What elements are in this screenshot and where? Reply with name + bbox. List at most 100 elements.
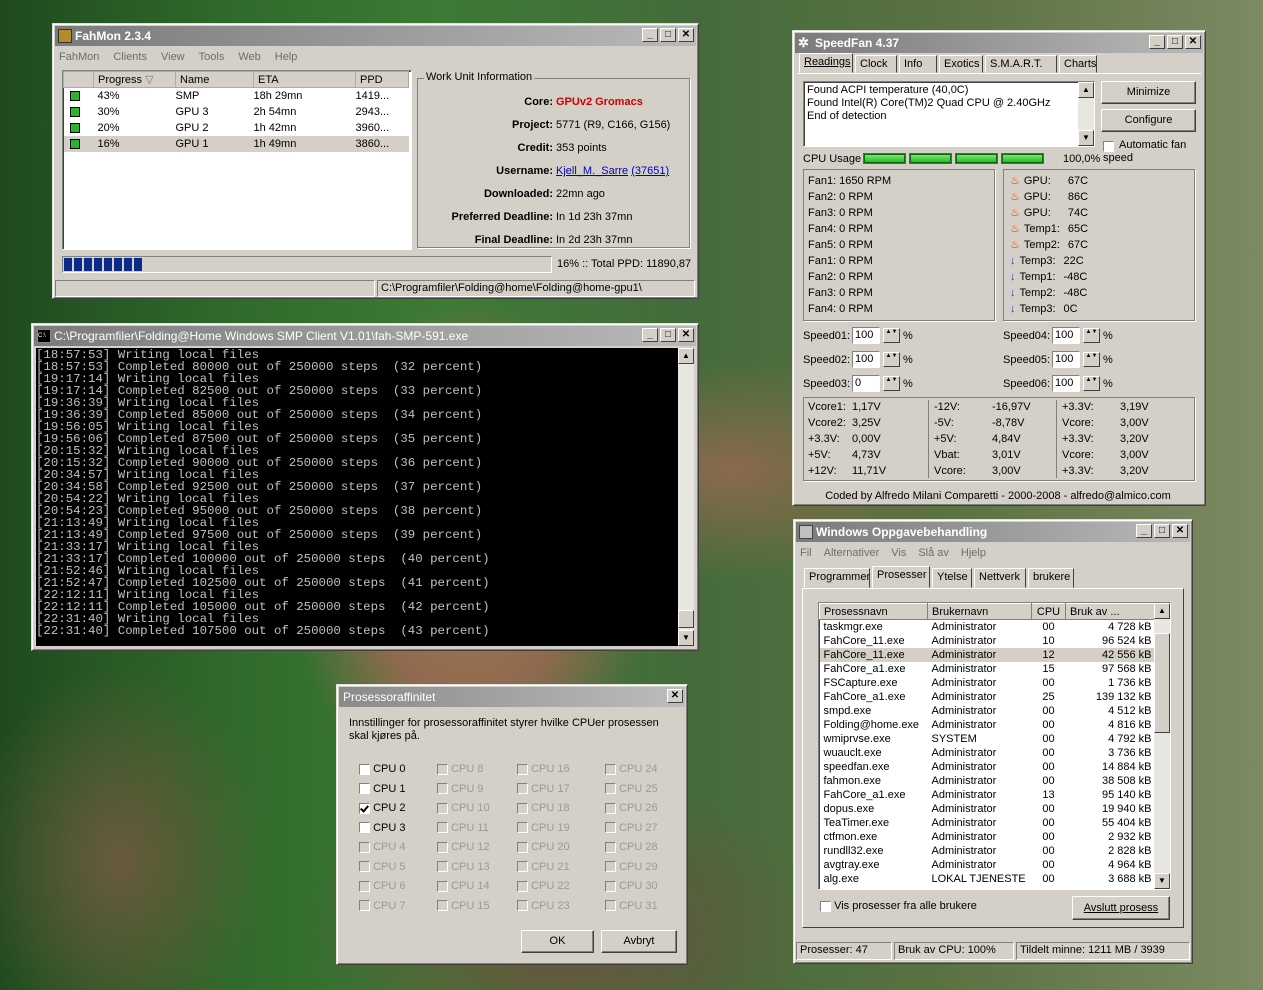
- close-icon[interactable]: ✕: [678, 328, 694, 342]
- process-col-1[interactable]: Brukernavn: [927, 603, 1032, 620]
- spinner-icon[interactable]: ▲▼: [883, 328, 900, 343]
- end-process-button[interactable]: Avslutt prosess: [1072, 896, 1170, 920]
- scroll-thumb[interactable]: [678, 610, 694, 628]
- process-row[interactable]: wuauclt.exe Administrator 00 3 736 kB: [820, 746, 1156, 760]
- cpu-checkbox-2[interactable]: CPU 2: [359, 802, 405, 814]
- menu-options[interactable]: Alternativer: [824, 547, 880, 559]
- tab-programmer[interactable]: Programmer: [804, 568, 870, 588]
- tab-ytelse[interactable]: Ytelse: [932, 568, 972, 588]
- close-icon[interactable]: ✕: [1185, 35, 1201, 49]
- process-row[interactable]: FahCore_11.exe Administrator 12 42 556 kB: [819, 647, 1156, 662]
- speed-input[interactable]: 0: [852, 375, 880, 392]
- checkbox-box[interactable]: [359, 763, 370, 775]
- client-row[interactable]: 43% SMP 18h 29mn 1419...: [64, 88, 409, 105]
- maximize-icon[interactable]: □: [1167, 35, 1183, 49]
- process-row[interactable]: alg.exe LOKAL TJENESTE 00 3 688 kB: [820, 872, 1156, 886]
- process-row[interactable]: FahCore_11.exe Administrator 10 96 524 kB: [820, 634, 1156, 648]
- tab-exotics[interactable]: Exotics: [939, 55, 983, 73]
- menu-file[interactable]: Fil: [800, 547, 812, 559]
- auto-fan-check[interactable]: [1103, 141, 1114, 152]
- close-icon[interactable]: ✕: [678, 28, 694, 42]
- scroll-up-icon[interactable]: ▲: [1078, 82, 1094, 98]
- scroll-up-icon[interactable]: ▲: [678, 348, 694, 364]
- cpu-checkbox-0[interactable]: CPU 0: [359, 763, 405, 775]
- detection-log[interactable]: Found ACPI temperature (40,0C) Found Int…: [803, 81, 1095, 147]
- tab-prosesser[interactable]: Prosesser: [872, 566, 930, 588]
- tab-info[interactable]: Info: [899, 55, 937, 73]
- tab-clock[interactable]: Clock: [855, 55, 897, 73]
- fahmon-titlebar[interactable]: FahMon 2.3.4 _ □ ✕: [55, 26, 696, 46]
- maximize-icon[interactable]: □: [660, 328, 676, 342]
- client-row-selected[interactable]: 16% GPU 1 1h 49mn 3860...: [63, 136, 409, 152]
- minimize-icon[interactable]: _: [642, 328, 658, 342]
- auto-fan-checkbox[interactable]: Automatic fan speed: [1103, 139, 1201, 165]
- speed-input[interactable]: 100: [1052, 327, 1080, 344]
- checkbox-box[interactable]: [359, 783, 370, 795]
- process-row[interactable]: FSCapture.exe Administrator 00 1 736 kB: [820, 676, 1156, 690]
- menu-view[interactable]: View: [161, 51, 185, 63]
- scroll-down-icon[interactable]: ▼: [1078, 130, 1094, 146]
- minimize-icon[interactable]: _: [1136, 524, 1152, 538]
- scroll-up-icon[interactable]: ▲: [1154, 603, 1170, 619]
- process-row[interactable]: fahmon.exe Administrator 00 38 508 kB: [820, 774, 1156, 788]
- process-row[interactable]: FahCore_a1.exe Administrator 25 139 132 kB: [820, 690, 1156, 704]
- menu-web[interactable]: Web: [238, 51, 260, 63]
- spinner-icon[interactable]: ▲▼: [883, 352, 900, 367]
- console-output[interactable]: [18:57:53] Writing local files [18:57:53]…: [36, 348, 678, 646]
- cpu-checkbox-1[interactable]: CPU 1: [359, 783, 405, 795]
- process-row[interactable]: speedfan.exe Administrator 00 14 884 kB: [820, 760, 1156, 774]
- process-col-0[interactable]: Prosessnavn: [819, 603, 928, 620]
- scroll-down-icon[interactable]: ▼: [678, 630, 694, 646]
- spinner-icon[interactable]: ▲▼: [1083, 328, 1100, 343]
- tab-readings[interactable]: Readings: [799, 53, 853, 73]
- menu-fahmon[interactable]: FahMon: [59, 51, 99, 63]
- tab-smart[interactable]: S.M.A.R.T.: [985, 55, 1057, 73]
- menu-tools[interactable]: Tools: [199, 51, 225, 63]
- ok-button[interactable]: OK: [521, 930, 594, 953]
- col-ppd[interactable]: PPD: [355, 71, 409, 88]
- col-eta[interactable]: ETA: [253, 71, 356, 88]
- maximize-icon[interactable]: □: [1154, 524, 1170, 538]
- process-row[interactable]: TeaTimer.exe Administrator 00 55 404 kB: [820, 816, 1156, 830]
- process-row[interactable]: taskmgr.exe Administrator 00 4 728 kB: [820, 620, 1156, 634]
- checkbox-box[interactable]: [359, 802, 370, 814]
- spinner-icon[interactable]: ▲▼: [1083, 376, 1100, 391]
- tab-charts[interactable]: Charts: [1059, 55, 1097, 73]
- process-list[interactable]: Prosessnavn Brukernavn CPU Bruk av ... taskm…: [818, 602, 1171, 890]
- process-row[interactable]: wmiprvse.exe SYSTEM 00 4 792 kB: [820, 732, 1156, 746]
- process-row[interactable]: rundll32.exe Administrator 00 2 828 kB: [820, 844, 1156, 858]
- minimize-icon[interactable]: _: [1149, 35, 1165, 49]
- configure-button[interactable]: Configure: [1101, 109, 1196, 132]
- checkbox-box[interactable]: [359, 822, 370, 834]
- client-row[interactable]: 20% GPU 2 1h 42mn 3960...: [64, 120, 409, 136]
- close-icon[interactable]: ✕: [1172, 524, 1188, 538]
- console-scrollbar[interactable]: ▲ ▼: [678, 348, 694, 646]
- wu-userid-link[interactable]: (37651): [631, 165, 669, 177]
- process-row[interactable]: smpd.exe Administrator 00 4 512 kB: [820, 704, 1156, 718]
- process-row[interactable]: Folding@home.exe Administrator 00 4 816 kB: [820, 718, 1156, 732]
- minimize-button[interactable]: Minimize: [1101, 81, 1196, 104]
- show-all-processes[interactable]: Vis prosesser fra alle brukere: [820, 900, 977, 912]
- col-name[interactable]: Name: [175, 71, 254, 88]
- close-icon[interactable]: ✕: [667, 689, 683, 703]
- maximize-icon[interactable]: □: [660, 28, 676, 42]
- log-scrollbar[interactable]: ▲ ▼: [1078, 82, 1094, 146]
- minimize-icon[interactable]: _: [642, 28, 658, 42]
- speed-input[interactable]: 100: [852, 327, 880, 344]
- process-row[interactable]: dopus.exe Administrator 00 19 940 kB: [820, 802, 1156, 816]
- col-progress[interactable]: Progress ▽: [93, 71, 176, 88]
- clients-list[interactable]: Progress ▽ Name ETA PPD 43% SMP 18h 29mn 14…: [62, 70, 412, 250]
- speed-input[interactable]: 100: [852, 351, 880, 368]
- speedfan-titlebar[interactable]: ✲ SpeedFan 4.37 _ □ ✕: [795, 33, 1203, 53]
- process-col-3[interactable]: Bruk av ...: [1065, 603, 1156, 620]
- spinner-icon[interactable]: ▲▼: [1083, 352, 1100, 367]
- process-scrollbar[interactable]: ▲ ▼: [1154, 603, 1170, 889]
- menu-view[interactable]: Vis: [891, 547, 906, 559]
- process-row[interactable]: FahCore_a1.exe Administrator 13 95 140 kB: [820, 788, 1156, 802]
- process-row[interactable]: ctfmon.exe Administrator 00 2 932 kB: [820, 830, 1156, 844]
- speed-input[interactable]: 100: [1052, 375, 1080, 392]
- cpu-checkbox-3[interactable]: CPU 3: [359, 822, 405, 834]
- taskmgr-titlebar[interactable]: Windows Oppgavebehandling _ □ ✕: [796, 522, 1190, 542]
- menu-clients[interactable]: Clients: [113, 51, 147, 63]
- affinity-titlebar[interactable]: Prosessoraffinitet ✕: [339, 687, 685, 707]
